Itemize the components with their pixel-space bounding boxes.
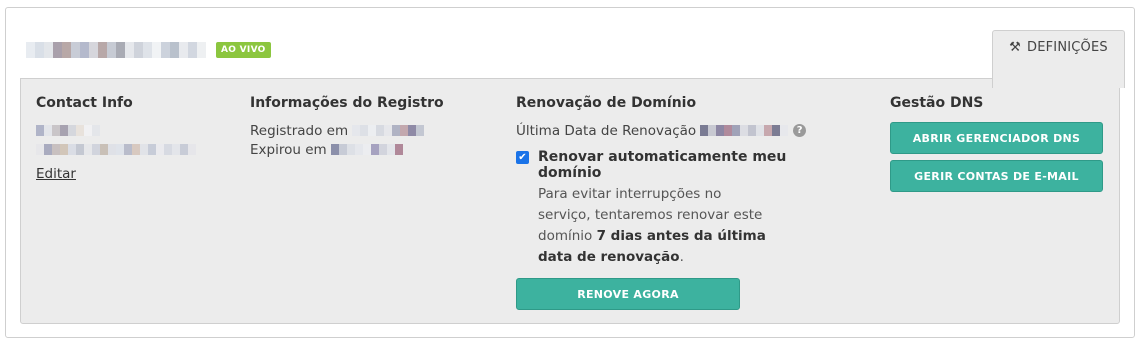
last-renewal-line: Última Data de Renovação ? — [516, 122, 846, 139]
expired-label: Expirou em — [250, 141, 327, 158]
auto-renew-label: Renovar automaticamente meu domínio — [538, 149, 787, 181]
contact-info-section: Contact Info Editar — [36, 95, 226, 182]
auto-renew-note: Para evitar interrupções no serviço, ten… — [538, 184, 778, 268]
manage-email-accounts-button[interactable]: GERIR CONTAS DE E-MAIL — [890, 160, 1103, 192]
registered-label: Registrado em — [250, 122, 349, 139]
renewal-heading: Renovação de Domínio — [516, 95, 697, 111]
domain-name-redacted — [26, 42, 206, 58]
renewal-section: Renovação de Domínio Última Data de Reno… — [516, 95, 846, 310]
dns-section: Gestão DNS ABRIR GERENCIADOR DNS GERIR C… — [890, 95, 1104, 192]
last-renewal-label: Última Data de Renovação — [516, 122, 697, 139]
expired-line: Expirou em — [250, 141, 490, 158]
auto-renew-checkbox[interactable]: ✔ — [516, 151, 529, 164]
domain-header: AO VIVO — [26, 40, 271, 60]
tools-icon: ⚒ — [1009, 40, 1021, 55]
expired-date-redacted — [330, 144, 403, 155]
tab-settings-label: DEFINIÇÕES — [1026, 40, 1108, 55]
settings-panel: Contact Info Editar Informações do Regis… — [20, 78, 1120, 324]
contact-line-redacted — [36, 122, 226, 139]
dns-heading: Gestão DNS — [890, 95, 984, 111]
renew-now-button[interactable]: RENOVE AGORA — [516, 278, 740, 310]
help-icon[interactable]: ? — [793, 124, 807, 137]
registry-info-heading: Informações do Registro — [250, 95, 444, 111]
last-renewal-date-redacted — [700, 125, 789, 136]
tab-settings[interactable]: ⚒ DEFINIÇÕES — [992, 30, 1125, 88]
status-badge: AO VIVO — [216, 42, 271, 58]
open-dns-manager-button[interactable]: ABRIR GERENCIADOR DNS — [890, 122, 1103, 154]
auto-renew-row: ✔ Renovar automaticamente meu domínio — [516, 149, 846, 181]
registered-date-redacted — [352, 125, 425, 136]
contact-info-heading: Contact Info — [36, 95, 133, 111]
registered-line: Registrado em — [250, 122, 490, 139]
edit-contact-link[interactable]: Editar — [36, 166, 76, 182]
registry-info-section: Informações do Registro Registrado em Ex… — [250, 95, 490, 160]
contact-line-redacted — [36, 141, 226, 158]
note-suffix: . — [679, 249, 684, 265]
